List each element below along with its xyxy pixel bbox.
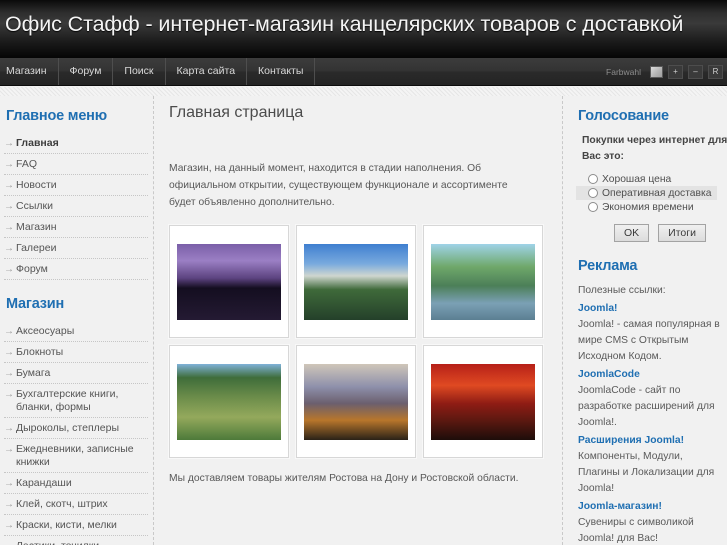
poll-option-label: Оперативная доставка bbox=[602, 187, 712, 199]
font-decrease-button[interactable]: – bbox=[688, 64, 703, 79]
page-root: Офис Стафф - интернет-магазин канцелярск… bbox=[0, 0, 727, 545]
gallery-image-parliament bbox=[177, 243, 281, 320]
ad-desc-joomla: Joomla! - самая популярная в мире CMS с … bbox=[578, 319, 720, 362]
closing-paragraph: Мы доставляем товары жителям Ростова на … bbox=[169, 473, 519, 484]
nav-item-shop[interactable]: Магазин bbox=[0, 58, 59, 85]
poll-option-label: Хорошая цена bbox=[602, 173, 672, 185]
page-title: Главная страница bbox=[169, 104, 304, 121]
font-increase-button[interactable]: + bbox=[668, 64, 683, 79]
sidebar-left: Главное меню Главная FAQ Новости Ссылки … bbox=[0, 96, 152, 545]
sidebar-item-home[interactable]: Главная bbox=[4, 133, 148, 154]
nav-item-search[interactable]: Поиск bbox=[113, 58, 166, 85]
poll-title: Голосование bbox=[578, 108, 669, 124]
shop-item-pencils[interactable]: Карандаши bbox=[4, 473, 148, 494]
intro-paragraph: Магазин, на данный момент, находится в с… bbox=[169, 163, 508, 208]
page-body: Главное меню Главная FAQ Новости Ссылки … bbox=[0, 87, 727, 545]
sidebar-item-shop[interactable]: Магазин bbox=[4, 217, 148, 238]
ads-lead-text: Полезные ссылки: bbox=[578, 285, 666, 296]
texture-strip bbox=[0, 87, 727, 96]
ad-link-joomla[interactable]: Joomla! bbox=[578, 301, 717, 317]
sidebar-item-links[interactable]: Ссылки bbox=[4, 196, 148, 217]
nav-item-contacts[interactable]: Контакты bbox=[247, 58, 316, 85]
gallery-thumb[interactable] bbox=[296, 225, 416, 338]
font-reset-button[interactable]: R bbox=[708, 64, 723, 79]
gallery-thumb[interactable] bbox=[423, 345, 543, 458]
nav-item-forum[interactable]: Форум bbox=[59, 58, 114, 85]
color-swatch-icon[interactable] bbox=[650, 65, 663, 78]
ad-desc-joomlacode: JoomlaCode - сайт по разработке расширен… bbox=[578, 385, 715, 428]
poll-option-good-price[interactable]: Хорошая цена bbox=[576, 172, 717, 186]
shop-item-paper[interactable]: Бумага bbox=[4, 363, 148, 384]
shop-menu-title: Магазин bbox=[6, 296, 65, 312]
color-chooser-label: Farbwahl bbox=[606, 66, 641, 77]
main-content: Главная страница Магазин, на данный моме… bbox=[153, 96, 562, 545]
sidebar-item-galleries[interactable]: Галереи bbox=[4, 238, 148, 259]
nav-tools: Farbwahl + – R bbox=[606, 58, 723, 85]
site-header: Офис Стафф - интернет-магазин канцелярск… bbox=[0, 0, 727, 58]
shop-item-hole-punches[interactable]: Дыроколы, степлеры bbox=[4, 418, 148, 439]
gallery-image-tower-bridge-fireworks bbox=[431, 363, 535, 440]
radio-icon[interactable] bbox=[588, 202, 598, 212]
sidebar-item-news[interactable]: Новости bbox=[4, 175, 148, 196]
gallery-thumb[interactable] bbox=[169, 225, 289, 338]
ad-desc-shop: Сувениры с символикой Joomla! для Вас! bbox=[578, 517, 694, 544]
shop-item-paints[interactable]: Краски, кисти, мелки bbox=[4, 515, 148, 536]
ad-link-shop[interactable]: Joomla-магазин! bbox=[578, 499, 717, 515]
poll-actions: OK Итоги bbox=[614, 224, 717, 242]
poll-question: Покупки через интернет для Вас это: bbox=[582, 135, 727, 162]
shop-menu-list: Аксеосуары Блокноты Бумага Бухгалтерские… bbox=[4, 321, 148, 545]
main-menu-title: Главное меню bbox=[6, 108, 107, 124]
ad-link-joomlacode[interactable]: JoomlaCode bbox=[578, 367, 717, 383]
radio-icon[interactable] bbox=[588, 174, 598, 184]
gallery-image-london-eye bbox=[304, 363, 408, 440]
sidebar-right: Голосование Покупки через интернет для В… bbox=[562, 96, 727, 545]
shop-item-diaries[interactable]: Ежедневники, записные книжки bbox=[4, 439, 148, 473]
nav-item-sitemap[interactable]: Карта сайта bbox=[166, 58, 248, 85]
poll-option-label: Экономия времени bbox=[602, 201, 694, 213]
gallery-image-valley-church bbox=[177, 363, 281, 440]
shop-item-accounting-books[interactable]: Бухгалтерские книги, бланки, формы bbox=[4, 384, 148, 418]
radio-icon[interactable] bbox=[588, 188, 598, 198]
ads-title: Реклама bbox=[578, 258, 638, 274]
main-menu-list: Главная FAQ Новости Ссылки Магазин Галер… bbox=[4, 133, 148, 280]
poll-option-fast-delivery[interactable]: Оперативная доставка bbox=[576, 186, 717, 200]
shop-item-notepads[interactable]: Блокноты bbox=[4, 342, 148, 363]
gallery-thumb[interactable] bbox=[423, 225, 543, 338]
shop-item-glue[interactable]: Клей, скотч, штрих bbox=[4, 494, 148, 515]
site-title: Офис Стафф - интернет-магазин канцелярск… bbox=[5, 12, 684, 36]
shop-item-erasers[interactable]: Ластики, точилки bbox=[4, 536, 148, 545]
poll-submit-button[interactable]: OK bbox=[614, 224, 650, 242]
shop-item-accessories[interactable]: Аксеосуары bbox=[4, 321, 148, 342]
nav-links: Магазин Форум Поиск Карта сайта Контакты bbox=[0, 58, 316, 85]
gallery-thumb[interactable] bbox=[296, 345, 416, 458]
ad-link-extensions[interactable]: Расширения Joomla! bbox=[578, 433, 717, 449]
ad-desc-extensions: Компоненты, Модули, Плагины и Локализаци… bbox=[578, 451, 715, 494]
poll-results-button[interactable]: Итоги bbox=[658, 224, 706, 242]
sidebar-item-faq[interactable]: FAQ bbox=[4, 154, 148, 175]
gallery-image-palace bbox=[304, 243, 408, 320]
poll-option-time-saving[interactable]: Экономия времени bbox=[576, 200, 717, 214]
gallery-thumb[interactable] bbox=[169, 345, 289, 458]
sidebar-item-forum[interactable]: Форум bbox=[4, 259, 148, 280]
image-gallery bbox=[169, 225, 552, 458]
gallery-image-village-river bbox=[431, 243, 535, 320]
main-navigation-bar: Магазин Форум Поиск Карта сайта Контакты… bbox=[0, 58, 727, 86]
